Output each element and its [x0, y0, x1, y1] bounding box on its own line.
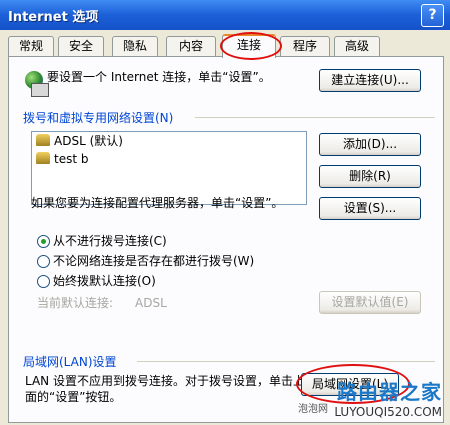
- radio-circle: [37, 235, 50, 248]
- title-bar: Internet 选项 ?: [0, 0, 450, 30]
- proxy-hint-text: 如果您要为连接配置代理服务器，单击“设置”。: [31, 196, 284, 210]
- tab-programs[interactable]: 程序: [280, 36, 330, 56]
- computer-icon: [31, 83, 49, 97]
- dialup-phone-icon: [36, 152, 50, 164]
- dialup-group-title: 拨号和虚拟专用网络设置(N): [23, 111, 174, 125]
- radio-dial-whenever[interactable]: 不论网络连接是否存在都进行拨号(W): [37, 253, 254, 269]
- watermark-corner-text: 泡泡网: [298, 404, 328, 415]
- remove-button[interactable]: 删除(R): [319, 165, 421, 188]
- window-title: Internet 选项: [8, 10, 99, 25]
- dialup-connection-list[interactable]: ADSL (默认) test b: [31, 131, 307, 205]
- settings-button[interactable]: 设置(S)...: [319, 197, 421, 220]
- list-item-label: ADSL (默认): [54, 134, 123, 148]
- current-default-value: ADSL: [135, 296, 167, 310]
- setup-connection-button[interactable]: 建立连接(U)...: [319, 69, 421, 92]
- tab-security[interactable]: 安全: [58, 36, 104, 56]
- list-item[interactable]: test b: [32, 150, 306, 168]
- current-default-label: 当前默认连接:: [37, 296, 114, 310]
- highlight-circle-tab: [220, 32, 282, 60]
- group-divider: [137, 361, 435, 362]
- lan-hint-text: LAN 设置不应用到拨号连接。对于拨号设置，单击上面的“设置”按钮。: [25, 374, 305, 404]
- tab-advanced[interactable]: 高级: [334, 36, 380, 56]
- watermark-title: 路由器之家: [337, 380, 442, 404]
- set-default-button[interactable]: 设置默认值(E): [319, 291, 421, 314]
- tab-privacy[interactable]: 隐私: [112, 36, 158, 56]
- lan-group-title: 局域网(LAN)设置: [23, 355, 117, 369]
- radio-always-dial-default[interactable]: 始终拨默认连接(O): [37, 273, 156, 289]
- radio-label: 不论网络连接是否存在都进行拨号(W): [53, 254, 255, 268]
- help-button[interactable]: ?: [421, 4, 444, 27]
- list-item-label: test b: [54, 152, 89, 166]
- radio-label: 从不进行拨号连接(C): [53, 234, 167, 248]
- list-item[interactable]: ADSL (默认): [32, 132, 306, 150]
- watermark: 路由器之家 LUYOUQI520.COM: [334, 376, 442, 419]
- watermark-url: LUYOUQI520.COM: [334, 405, 442, 419]
- radio-circle: [37, 275, 50, 288]
- radio-circle: [37, 255, 50, 268]
- radio-never-dial[interactable]: 从不进行拨号连接(C): [37, 233, 167, 249]
- dialup-phone-icon: [36, 134, 50, 146]
- add-button[interactable]: 添加(D)...: [319, 133, 421, 156]
- intro-text: 要设置一个 Internet 连接，单击“设置”。: [47, 70, 271, 84]
- radio-label: 始终拨默认连接(O): [53, 274, 156, 288]
- group-divider: [195, 117, 435, 118]
- tab-general[interactable]: 常规: [8, 36, 54, 56]
- tab-content[interactable]: 内容: [166, 36, 216, 56]
